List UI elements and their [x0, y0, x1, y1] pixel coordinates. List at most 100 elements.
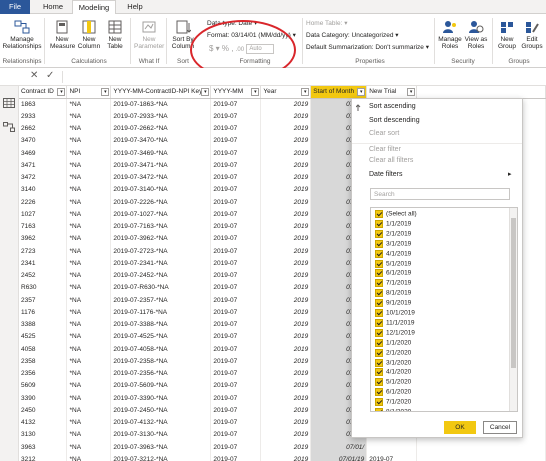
cell-yyyy-mm[interactable]: 2019-07: [210, 257, 262, 270]
cell-key[interactable]: 2019-07-2226-*NA: [110, 196, 212, 209]
new-parameter-button[interactable]: New Parameter: [134, 20, 164, 50]
new-table-button[interactable]: New Table: [104, 20, 126, 50]
cell-year[interactable]: 2019: [260, 330, 312, 343]
cell-year[interactable]: 2019: [260, 441, 312, 454]
checkbox-checked-icon[interactable]: [375, 249, 383, 258]
cell-year[interactable]: 2019: [260, 318, 312, 331]
cell-npi[interactable]: *NA: [66, 110, 112, 123]
cell-start-of-month[interactable]: 07/01/19: [310, 453, 368, 461]
cell-yyyy-mm[interactable]: 2019-07: [210, 183, 262, 196]
checkbox-checked-icon[interactable]: [375, 269, 383, 278]
checkbox-checked-icon[interactable]: [375, 309, 383, 317]
check-icon[interactable]: ✓: [46, 70, 54, 81]
cell-year[interactable]: 2019: [260, 171, 312, 184]
checkbox-checked-icon[interactable]: [375, 229, 383, 238]
chevron-down-icon[interactable]: ▾: [357, 88, 366, 96]
cell-key[interactable]: 2019-07-2357-*NA: [110, 294, 212, 307]
cancel-button[interactable]: Cancel: [483, 421, 517, 434]
tab-home[interactable]: Home: [36, 0, 70, 14]
cell-key[interactable]: 2019-07-2933-*NA: [110, 110, 212, 123]
cell-npi[interactable]: *NA: [66, 453, 112, 461]
cell-npi[interactable]: *NA: [66, 245, 112, 258]
cell-key[interactable]: 2019-07-3390-*NA: [110, 392, 212, 405]
sort-ascending-item[interactable]: Sort ascending: [369, 103, 416, 110]
checkbox-checked-icon[interactable]: [375, 348, 383, 357]
cell-npi[interactable]: *NA: [66, 269, 112, 282]
filter-checkbox-item[interactable]: 8/1/2020: [375, 408, 411, 411]
cell-contract-id[interactable]: 2933: [19, 110, 68, 123]
filter-checkbox-item[interactable]: 1/1/2020: [375, 338, 411, 347]
cell-year[interactable]: 2019: [260, 110, 312, 123]
cell-year[interactable]: 2019: [260, 122, 312, 135]
checkbox-checked-icon[interactable]: [375, 259, 383, 268]
column-header-start-of-month[interactable]: Start of Month ▾: [310, 86, 368, 99]
filter-checkbox-item[interactable]: 12/1/2019: [375, 328, 415, 337]
cell-key[interactable]: 2019-07-1863-*NA: [110, 98, 212, 111]
ok-button[interactable]: OK: [444, 421, 476, 434]
checkbox-checked-icon[interactable]: [375, 318, 383, 327]
filter-checkbox-item[interactable]: 5/1/2019: [375, 259, 411, 268]
cell-npi[interactable]: *NA: [66, 147, 112, 160]
cell-npi[interactable]: *NA: [66, 122, 112, 135]
cell-key[interactable]: 2019-07-1176-*NA: [110, 306, 212, 319]
cell-key[interactable]: 2019-07-4132-*NA: [110, 416, 212, 429]
cell-year[interactable]: 2019: [260, 392, 312, 405]
cell-npi[interactable]: *NA: [66, 208, 112, 221]
filter-checkbox-item[interactable]: 8/1/2019: [375, 289, 411, 298]
checkbox-checked-icon[interactable]: [375, 368, 383, 377]
cell-yyyy-mm[interactable]: 2019-07: [210, 110, 262, 123]
cell-npi[interactable]: *NA: [66, 404, 112, 417]
new-column-button[interactable]: New Column: [76, 20, 102, 50]
cell-npi[interactable]: *NA: [66, 318, 112, 331]
cell-key[interactable]: 2019-07-3469-*NA: [110, 147, 212, 160]
cell-npi[interactable]: *NA: [66, 281, 112, 294]
cell-key[interactable]: 2019-07-2358-*NA: [110, 355, 212, 368]
cell-new-trial[interactable]: 2019-07: [366, 453, 418, 461]
cell-year[interactable]: 2019: [260, 245, 312, 258]
column-header-contract-id[interactable]: Contract ID ▾: [19, 86, 68, 99]
cell-contract-id[interactable]: 2356: [19, 367, 68, 380]
cell-contract-id[interactable]: 3963: [19, 441, 68, 454]
cell-key[interactable]: 2019-07-5609-*NA: [110, 379, 212, 392]
cell-contract-id[interactable]: 2341: [19, 257, 68, 270]
scrollbar-thumb[interactable]: [511, 218, 516, 368]
cell-yyyy-mm[interactable]: 2019-07: [210, 245, 262, 258]
chevron-down-icon[interactable]: ▾: [57, 88, 66, 96]
list-scrollbar[interactable]: [509, 208, 517, 411]
cell-yyyy-mm[interactable]: 2019-07: [210, 220, 262, 233]
cell-yyyy-mm[interactable]: 2019-07: [210, 294, 262, 307]
cell-year[interactable]: 2019: [260, 220, 312, 233]
cell-year[interactable]: 2019: [260, 355, 312, 368]
cell-key[interactable]: 2019-07-2341-*NA: [110, 257, 212, 270]
cell-npi[interactable]: *NA: [66, 196, 112, 209]
cell-npi[interactable]: *NA: [66, 134, 112, 147]
cell-contract-id[interactable]: 3469: [19, 147, 68, 160]
cell-contract-id[interactable]: 4525: [19, 330, 68, 343]
cell-yyyy-mm[interactable]: 2019-07: [210, 343, 262, 356]
column-header-key[interactable]: YYYY-MM-ContractID-NPI Key ▾: [110, 86, 212, 99]
cell-npi[interactable]: *NA: [66, 392, 112, 405]
cell-yyyy-mm[interactable]: 2019-07: [210, 367, 262, 380]
cell-contract-id[interactable]: 3470: [19, 134, 68, 147]
chevron-down-icon[interactable]: ▾: [101, 88, 110, 96]
filter-checkbox-item[interactable]: 1/1/2019: [375, 219, 411, 228]
cell-key[interactable]: 2019-07-2723-*NA: [110, 245, 212, 258]
cell-yyyy-mm[interactable]: 2019-07: [210, 330, 262, 343]
cell-contract-id[interactable]: 1027: [19, 208, 68, 221]
manage-roles-button[interactable]: Manage Roles: [437, 20, 463, 50]
close-icon[interactable]: ✕: [30, 70, 38, 81]
cell-year[interactable]: 2019: [260, 453, 312, 461]
cell-year[interactable]: 2019: [260, 281, 312, 294]
cell-yyyy-mm[interactable]: 2019-07: [210, 281, 262, 294]
filter-checkbox-item[interactable]: 2/1/2019: [375, 229, 411, 238]
cell-yyyy-mm[interactable]: 2019-07: [210, 318, 262, 331]
cell-yyyy-mm[interactable]: 2019-07: [210, 147, 262, 160]
filter-checkbox-item[interactable]: 4/1/2020: [375, 368, 411, 377]
cell-year[interactable]: 2019: [260, 208, 312, 221]
filter-checkbox-item[interactable]: (Select all): [375, 210, 417, 218]
new-group-button[interactable]: New Group: [495, 20, 519, 50]
default-summarization-dropdown[interactable]: Default Summarization: Don't summarize ▾: [306, 43, 429, 51]
checkbox-checked-icon[interactable]: [375, 239, 383, 248]
cell-contract-id[interactable]: 5609: [19, 379, 68, 392]
clear-sort-item[interactable]: Clear sort: [369, 130, 399, 137]
